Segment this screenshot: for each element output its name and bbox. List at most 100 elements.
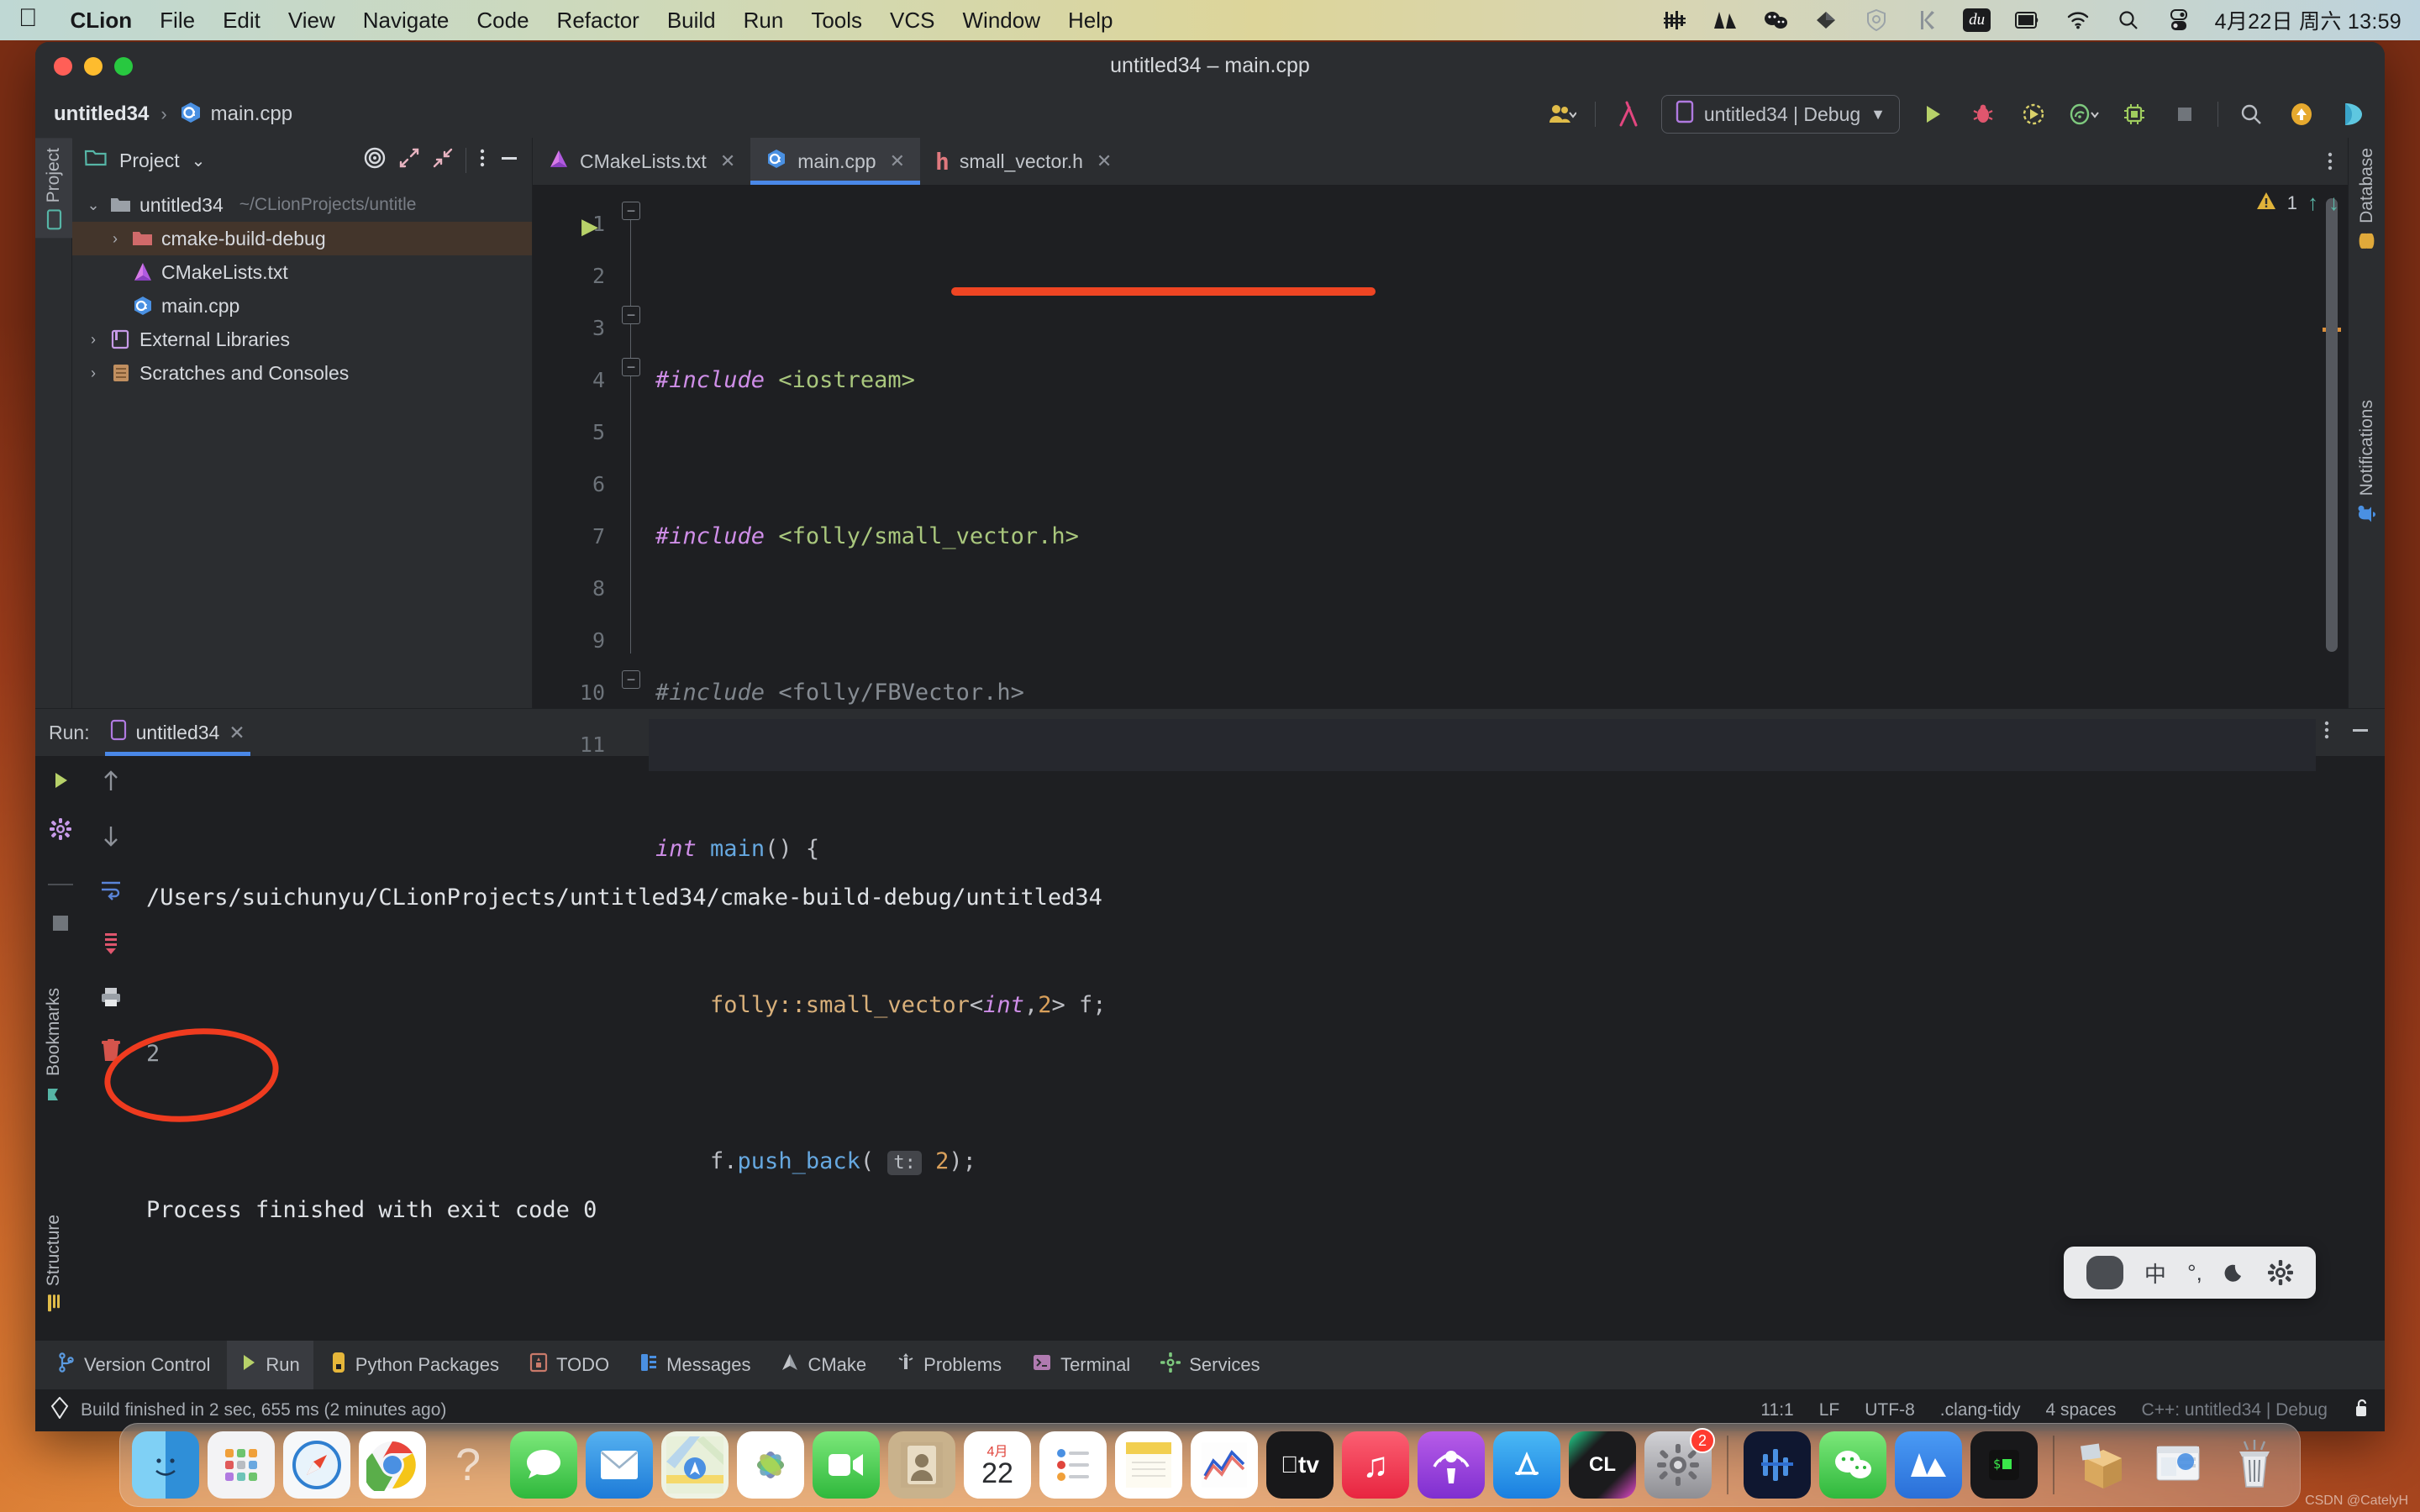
gear-icon[interactable] — [2268, 1260, 2294, 1285]
menu-item-edit[interactable]: Edit — [223, 8, 260, 34]
close-icon[interactable]: ✕ — [1097, 150, 1112, 172]
reminders-icon[interactable] — [1039, 1431, 1107, 1499]
soft-wrap-icon[interactable] — [99, 879, 123, 906]
chevron-right-icon[interactable]: › — [84, 331, 103, 349]
menu-item-build[interactable]: Build — [667, 8, 716, 34]
podcasts-icon[interactable] — [1418, 1431, 1485, 1499]
previous-problem-icon[interactable]: ↑ — [2307, 190, 2318, 216]
baidu-ime-icon[interactable]: du — [1963, 8, 1991, 33]
chevron-right-icon[interactable]: › — [84, 365, 103, 382]
k-icon[interactable] — [1912, 8, 1941, 33]
lambda-icon[interactable] — [1611, 96, 1646, 133]
target-icon[interactable] — [363, 146, 387, 175]
editor-scrollbar-thumb[interactable] — [2326, 198, 2338, 652]
attach-to-process-icon[interactable] — [2117, 96, 2152, 133]
missing-app-icon[interactable]: ? — [434, 1431, 502, 1499]
search-everywhere-icon[interactable] — [2233, 96, 2269, 133]
tree-item-cmakelists[interactable]: CMakeLists.txt — [72, 255, 532, 289]
tree-item-external-libraries[interactable]: › External Libraries — [72, 323, 532, 356]
sidebar-item-database[interactable]: Database — [2349, 138, 2385, 260]
chevron-down-icon[interactable]: ⌄ — [84, 197, 103, 214]
unlocked-icon[interactable] — [2353, 1398, 2370, 1423]
code-folding-strip[interactable]: ▶ − − − − — [581, 185, 649, 708]
up-stacktrace-icon[interactable] — [100, 769, 122, 799]
next-problem-icon[interactable]: ↓ — [2328, 190, 2339, 216]
menu-item-clion[interactable]: CLion — [71, 8, 133, 34]
settings-icon[interactable] — [49, 817, 72, 847]
menu-item-run[interactable]: Run — [744, 8, 784, 34]
scroll-to-end-icon[interactable] — [100, 932, 122, 961]
fold-icon-main-end[interactable]: − — [622, 670, 640, 689]
run-gutter-icon-main[interactable]: ▶ — [581, 213, 598, 239]
down-stacktrace-icon[interactable] — [100, 824, 122, 853]
mountain-app-icon[interactable] — [1895, 1431, 1962, 1499]
source-code[interactable]: #include <iostream> #include <folly/smal… — [649, 185, 2316, 1175]
inspection-widget[interactable]: 1 ↑ ↓ — [2255, 190, 2339, 216]
datagrip-icon[interactable] — [1744, 1431, 1811, 1499]
ime-punctuation-mode[interactable]: °, — [2187, 1260, 2202, 1286]
trash-icon[interactable] — [2221, 1431, 2288, 1499]
chevron-right-icon[interactable]: › — [106, 230, 124, 248]
minimize-button[interactable] — [84, 56, 103, 76]
search-icon[interactable] — [2114, 8, 2143, 33]
launchpad-icon[interactable] — [208, 1431, 275, 1499]
moon-icon[interactable] — [2223, 1261, 2247, 1284]
breadcrumb-file[interactable]: main.cpp — [211, 102, 292, 126]
feedback-icon[interactable] — [2334, 96, 2370, 133]
sidebar-item-notifications[interactable]: Notifications — [2349, 390, 2385, 534]
menu-item-tools[interactable]: Tools — [811, 8, 862, 34]
zoom-button[interactable] — [114, 56, 133, 76]
menu-item-help[interactable]: Help — [1068, 8, 1113, 34]
itunes-eq-icon[interactable] — [1660, 8, 1689, 33]
maps-icon[interactable] — [661, 1431, 729, 1499]
apple-logo-icon[interactable]:  — [18, 6, 38, 31]
update-project-icon[interactable] — [2284, 96, 2319, 133]
stop-icon[interactable] — [50, 913, 71, 939]
tab-main-cpp[interactable]: main.cpp ✕ — [750, 138, 921, 185]
mail-icon[interactable] — [586, 1431, 653, 1499]
more-options-icon[interactable] — [478, 147, 487, 174]
status-build-message[interactable]: Build finished in 2 sec, 655 ms (2 minut… — [81, 1400, 446, 1420]
shield-icon[interactable] — [1862, 8, 1891, 33]
wechat-icon[interactable] — [1761, 8, 1790, 33]
menu-item-refactor[interactable]: Refactor — [557, 8, 639, 34]
appletv-icon[interactable]: tv — [1266, 1431, 1334, 1499]
mountain-icon[interactable] — [1711, 8, 1739, 33]
menu-item-navigate[interactable]: Navigate — [363, 8, 450, 34]
ime-chinese-mode[interactable]: 中 — [2144, 1257, 2166, 1289]
sidebar-item-structure[interactable]: Structure — [35, 1205, 72, 1321]
tool-button-run[interactable]: Run — [227, 1341, 313, 1389]
run-icon[interactable] — [1915, 96, 1950, 133]
stocks-icon[interactable] — [1191, 1431, 1258, 1499]
wechat-icon[interactable] — [1819, 1431, 1886, 1499]
chevron-down-icon[interactable]: ⌄ — [192, 150, 206, 171]
hide-icon[interactable] — [2349, 719, 2371, 747]
run-tab-untitled34[interactable]: untitled34 ✕ — [104, 709, 250, 756]
more-tabs-icon[interactable] — [2312, 138, 2348, 185]
sidebar-item-bookmarks[interactable]: Bookmarks — [35, 978, 72, 1111]
photos-icon[interactable] — [737, 1431, 804, 1499]
print-icon[interactable] — [99, 986, 123, 1014]
fold-icon-1[interactable]: − — [622, 202, 640, 220]
notes-icon[interactable] — [1115, 1431, 1182, 1499]
tree-item-scratches[interactable]: › Scratches and Consoles — [72, 356, 532, 390]
finder-icon[interactable] — [132, 1431, 199, 1499]
expand-all-icon[interactable] — [398, 147, 420, 174]
clion-icon[interactable]: CL — [1569, 1431, 1636, 1499]
dropbox-icon[interactable] — [1812, 8, 1840, 33]
menu-item-window[interactable]: Window — [963, 8, 1040, 34]
system-preferences-icon[interactable]: 2 — [1644, 1428, 1715, 1499]
close-button[interactable] — [54, 56, 72, 76]
tree-item-untitled34[interactable]: ⌄ untitled34 ~/CLionProjects/untitle — [72, 188, 532, 222]
run-console-output[interactable]: /Users/suichunyu/CLionProjects/untitled3… — [136, 756, 2385, 1341]
contacts-icon[interactable] — [888, 1431, 955, 1499]
control-center-icon[interactable] — [2165, 8, 2193, 33]
close-icon[interactable]: ✕ — [229, 722, 245, 744]
tab-cmakelists-txt[interactable]: CMakeLists.txt ✕ — [533, 138, 750, 185]
music-icon[interactable]: ♫ — [1342, 1431, 1409, 1499]
safari-icon[interactable] — [283, 1431, 350, 1499]
menu-bar-clock[interactable]: 4月22日 周六 13:59 — [2215, 5, 2402, 35]
more-options-icon[interactable] — [2323, 719, 2331, 747]
sidebar-item-project[interactable]: Project — [35, 138, 72, 239]
menu-item-view[interactable]: View — [288, 8, 335, 34]
